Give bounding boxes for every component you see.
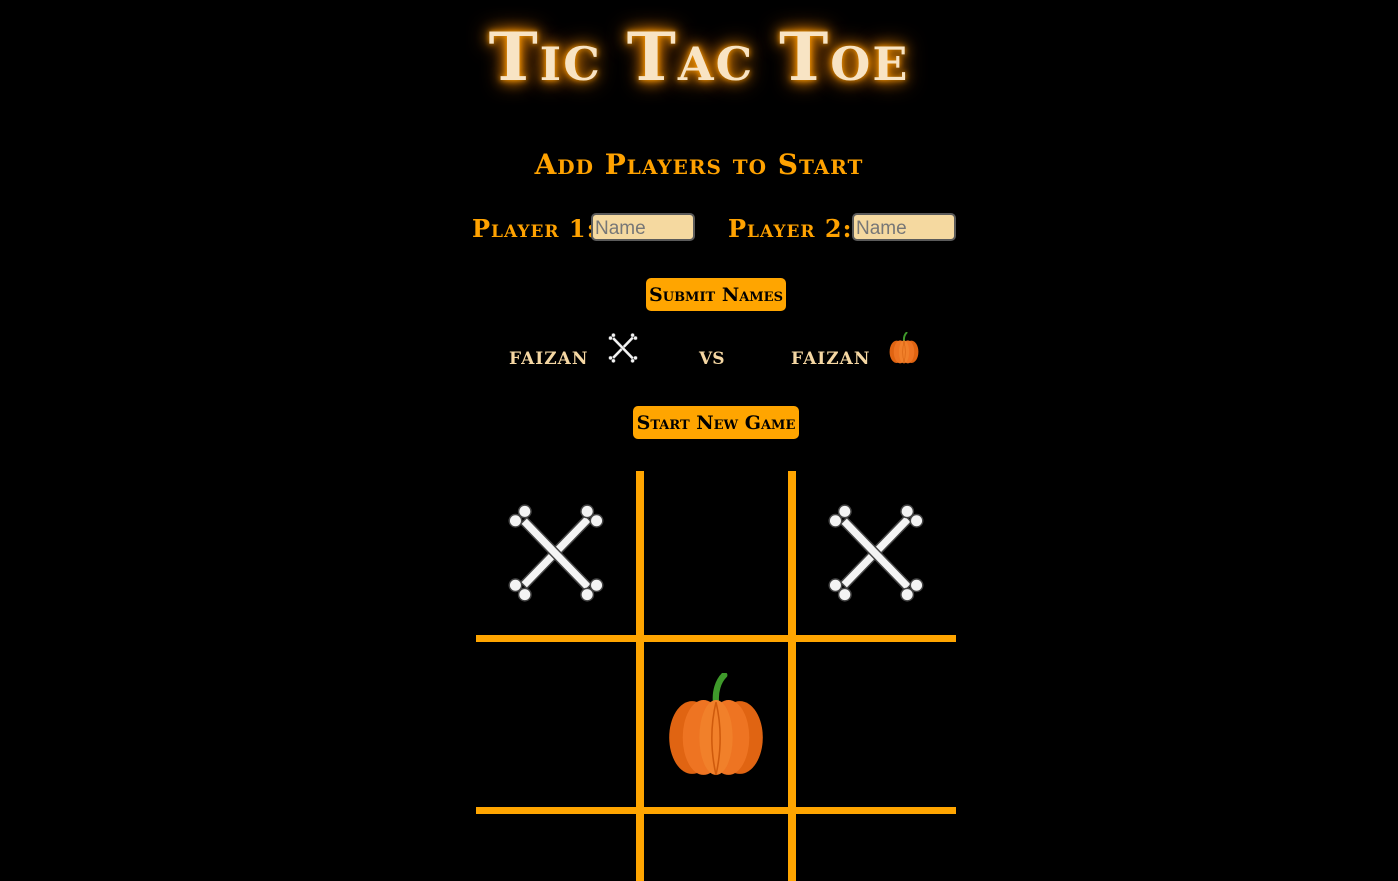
player1-name: faizan: [509, 341, 589, 370]
crossbones-icon: [607, 332, 639, 364]
board-cell-7[interactable]: [476, 814, 636, 881]
board-cell-9[interactable]: [796, 814, 956, 881]
board-cell-3[interactable]: [796, 471, 956, 635]
pumpkin-mark-icon: [664, 673, 768, 777]
board-cell-1[interactable]: [476, 471, 636, 635]
page-title: Tic Tac Toe: [488, 18, 910, 96]
game-board: [476, 471, 956, 881]
board-cell-5[interactable]: [644, 642, 788, 807]
crossbones-mark-icon: [824, 501, 928, 605]
player2-label: Player 2:: [728, 214, 853, 243]
grid-line-horizontal-2: [476, 807, 956, 814]
grid-line-vertical-1: [636, 471, 644, 881]
vs-label: vs: [699, 341, 725, 370]
player2-name: faizan: [791, 341, 871, 370]
grid-line-horizontal-1: [476, 635, 956, 642]
start-new-game-button[interactable]: Start New Game: [633, 406, 799, 439]
add-players-heading: Add Players to Start: [534, 148, 864, 181]
player-form: Player 1: Player 2:: [0, 212, 1398, 246]
board-cell-8[interactable]: [644, 814, 788, 881]
submit-names-button[interactable]: Submit Names: [646, 278, 786, 311]
crossbones-mark-icon: [504, 501, 608, 605]
player2-name-input[interactable]: [852, 213, 956, 241]
matchup-display: faizan vs faizan: [0, 332, 1398, 376]
board-cell-2[interactable]: [644, 471, 788, 635]
pumpkin-icon: [888, 332, 920, 364]
board-cell-4[interactable]: [476, 642, 636, 807]
player1-name-input[interactable]: [591, 213, 695, 241]
board-cell-6[interactable]: [796, 642, 956, 807]
player1-label: Player 1:: [472, 214, 597, 243]
grid-line-vertical-2: [788, 471, 796, 881]
